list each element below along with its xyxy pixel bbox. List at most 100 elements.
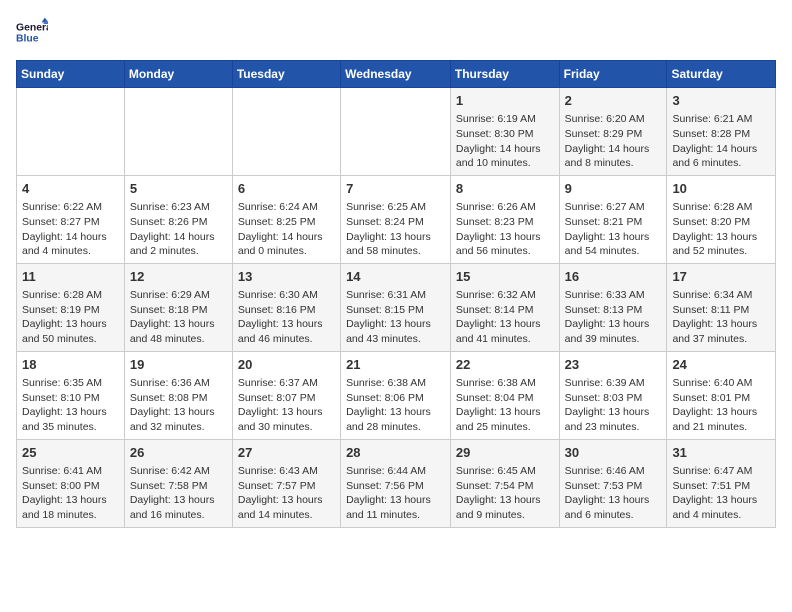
logo-icon: General Blue xyxy=(16,16,48,48)
day-number: 2 xyxy=(565,92,662,110)
day-number: 29 xyxy=(456,444,554,462)
calendar-cell: 1 Sunrise: 6:19 AM Sunset: 8:30 PM Daylig… xyxy=(450,88,559,176)
weekday-header-saturday: Saturday xyxy=(667,61,776,88)
calendar-cell xyxy=(17,88,125,176)
calendar-cell: 9 Sunrise: 6:27 AM Sunset: 8:21 PM Daylig… xyxy=(559,175,667,263)
day-info: Sunrise: 6:29 AM Sunset: 8:18 PM Dayligh… xyxy=(130,288,227,347)
day-info: Sunrise: 6:20 AM Sunset: 8:29 PM Dayligh… xyxy=(565,112,662,171)
day-info: Sunrise: 6:39 AM Sunset: 8:03 PM Dayligh… xyxy=(565,376,662,435)
calendar-cell: 6 Sunrise: 6:24 AM Sunset: 8:25 PM Daylig… xyxy=(232,175,340,263)
day-number: 6 xyxy=(238,180,335,198)
calendar-cell: 20 Sunrise: 6:37 AM Sunset: 8:07 PM Dayli… xyxy=(232,351,340,439)
day-info: Sunrise: 6:28 AM Sunset: 8:19 PM Dayligh… xyxy=(22,288,119,347)
day-info: Sunrise: 6:38 AM Sunset: 8:04 PM Dayligh… xyxy=(456,376,554,435)
day-info: Sunrise: 6:43 AM Sunset: 7:57 PM Dayligh… xyxy=(238,464,335,523)
calendar-cell: 10 Sunrise: 6:28 AM Sunset: 8:20 PM Dayli… xyxy=(667,175,776,263)
day-info: Sunrise: 6:37 AM Sunset: 8:07 PM Dayligh… xyxy=(238,376,335,435)
day-number: 7 xyxy=(346,180,445,198)
day-info: Sunrise: 6:21 AM Sunset: 8:28 PM Dayligh… xyxy=(672,112,770,171)
day-info: Sunrise: 6:41 AM Sunset: 8:00 PM Dayligh… xyxy=(22,464,119,523)
logo: General Blue xyxy=(16,16,48,48)
calendar-cell: 27Sunrise: 6:43 AM Sunset: 7:57 PM Dayli… xyxy=(232,439,340,527)
day-number: 20 xyxy=(238,356,335,374)
day-info: Sunrise: 6:36 AM Sunset: 8:08 PM Dayligh… xyxy=(130,376,227,435)
day-number: 19 xyxy=(130,356,227,374)
day-number: 18 xyxy=(22,356,119,374)
day-info: Sunrise: 6:24 AM Sunset: 8:25 PM Dayligh… xyxy=(238,200,335,259)
day-number: 5 xyxy=(130,180,227,198)
header: General Blue xyxy=(16,16,776,48)
day-number: 11 xyxy=(22,268,119,286)
calendar-cell: 19 Sunrise: 6:36 AM Sunset: 8:08 PM Dayli… xyxy=(124,351,232,439)
calendar-cell: 28 Sunrise: 6:44 AM Sunset: 7:56 PM Dayli… xyxy=(341,439,451,527)
day-number: 22 xyxy=(456,356,554,374)
calendar-cell: 3 Sunrise: 6:21 AM Sunset: 8:28 PM Daylig… xyxy=(667,88,776,176)
day-info: Sunrise: 6:19 AM Sunset: 8:30 PM Dayligh… xyxy=(456,112,554,171)
calendar-cell: 25 Sunrise: 6:41 AM Sunset: 8:00 PM Dayli… xyxy=(17,439,125,527)
weekday-header-friday: Friday xyxy=(559,61,667,88)
calendar-cell: 2 Sunrise: 6:20 AM Sunset: 8:29 PM Daylig… xyxy=(559,88,667,176)
calendar-table: SundayMondayTuesdayWednesdayThursdayFrid… xyxy=(16,60,776,528)
day-info: Sunrise: 6:42 AM Sunset: 7:58 PM Dayligh… xyxy=(130,464,227,523)
calendar-cell xyxy=(124,88,232,176)
weekday-header-tuesday: Tuesday xyxy=(232,61,340,88)
day-number: 12 xyxy=(130,268,227,286)
day-number: 14 xyxy=(346,268,445,286)
weekday-header-monday: Monday xyxy=(124,61,232,88)
day-info: Sunrise: 6:28 AM Sunset: 8:20 PM Dayligh… xyxy=(672,200,770,259)
day-info: Sunrise: 6:22 AM Sunset: 8:27 PM Dayligh… xyxy=(22,200,119,259)
calendar-cell: 7 Sunrise: 6:25 AM Sunset: 8:24 PM Daylig… xyxy=(341,175,451,263)
day-info: Sunrise: 6:34 AM Sunset: 8:11 PM Dayligh… xyxy=(672,288,770,347)
day-number: 23 xyxy=(565,356,662,374)
day-number: 16 xyxy=(565,268,662,286)
day-number: 4 xyxy=(22,180,119,198)
calendar-cell: 22 Sunrise: 6:38 AM Sunset: 8:04 PM Dayli… xyxy=(450,351,559,439)
calendar-cell: 14 Sunrise: 6:31 AM Sunset: 8:15 PM Dayli… xyxy=(341,263,451,351)
svg-text:Blue: Blue xyxy=(16,34,39,45)
day-info: Sunrise: 6:35 AM Sunset: 8:10 PM Dayligh… xyxy=(22,376,119,435)
calendar-cell: 18 Sunrise: 6:35 AM Sunset: 8:10 PM Dayli… xyxy=(17,351,125,439)
svg-text:General: General xyxy=(16,22,48,33)
calendar-cell: 26 Sunrise: 6:42 AM Sunset: 7:58 PM Dayli… xyxy=(124,439,232,527)
calendar-cell: 29Sunrise: 6:45 AM Sunset: 7:54 PM Dayli… xyxy=(450,439,559,527)
calendar-cell: 23 Sunrise: 6:39 AM Sunset: 8:03 PM Dayli… xyxy=(559,351,667,439)
day-number: 28 xyxy=(346,444,445,462)
day-number: 26 xyxy=(130,444,227,462)
calendar-cell: 17Sunrise: 6:34 AM Sunset: 8:11 PM Dayli… xyxy=(667,263,776,351)
calendar-cell: 4 Sunrise: 6:22 AM Sunset: 8:27 PM Daylig… xyxy=(17,175,125,263)
calendar-cell: 15 Sunrise: 6:32 AM Sunset: 8:14 PM Dayli… xyxy=(450,263,559,351)
calendar-cell: 13Sunrise: 6:30 AM Sunset: 8:16 PM Dayli… xyxy=(232,263,340,351)
calendar-cell: 5 Sunrise: 6:23 AM Sunset: 8:26 PM Daylig… xyxy=(124,175,232,263)
day-info: Sunrise: 6:44 AM Sunset: 7:56 PM Dayligh… xyxy=(346,464,445,523)
day-number: 25 xyxy=(22,444,119,462)
day-info: Sunrise: 6:46 AM Sunset: 7:53 PM Dayligh… xyxy=(565,464,662,523)
calendar-cell: 21 Sunrise: 6:38 AM Sunset: 8:06 PM Dayli… xyxy=(341,351,451,439)
calendar-cell: 31 Sunrise: 6:47 AM Sunset: 7:51 PM Dayli… xyxy=(667,439,776,527)
calendar-cell: 12 Sunrise: 6:29 AM Sunset: 8:18 PM Dayli… xyxy=(124,263,232,351)
calendar-cell: 11 Sunrise: 6:28 AM Sunset: 8:19 PM Dayli… xyxy=(17,263,125,351)
day-info: Sunrise: 6:26 AM Sunset: 8:23 PM Dayligh… xyxy=(456,200,554,259)
day-info: Sunrise: 6:31 AM Sunset: 8:15 PM Dayligh… xyxy=(346,288,445,347)
day-number: 31 xyxy=(672,444,770,462)
day-info: Sunrise: 6:47 AM Sunset: 7:51 PM Dayligh… xyxy=(672,464,770,523)
day-info: Sunrise: 6:27 AM Sunset: 8:21 PM Dayligh… xyxy=(565,200,662,259)
day-number: 1 xyxy=(456,92,554,110)
day-info: Sunrise: 6:33 AM Sunset: 8:13 PM Dayligh… xyxy=(565,288,662,347)
calendar-cell xyxy=(232,88,340,176)
calendar-cell: 24Sunrise: 6:40 AM Sunset: 8:01 PM Dayli… xyxy=(667,351,776,439)
day-info: Sunrise: 6:38 AM Sunset: 8:06 PM Dayligh… xyxy=(346,376,445,435)
day-number: 3 xyxy=(672,92,770,110)
day-number: 15 xyxy=(456,268,554,286)
calendar-cell: 8Sunrise: 6:26 AM Sunset: 8:23 PM Daylig… xyxy=(450,175,559,263)
day-number: 21 xyxy=(346,356,445,374)
day-info: Sunrise: 6:32 AM Sunset: 8:14 PM Dayligh… xyxy=(456,288,554,347)
day-info: Sunrise: 6:30 AM Sunset: 8:16 PM Dayligh… xyxy=(238,288,335,347)
day-number: 10 xyxy=(672,180,770,198)
weekday-header-thursday: Thursday xyxy=(450,61,559,88)
weekday-header-wednesday: Wednesday xyxy=(341,61,451,88)
weekday-header-sunday: Sunday xyxy=(17,61,125,88)
day-info: Sunrise: 6:25 AM Sunset: 8:24 PM Dayligh… xyxy=(346,200,445,259)
day-number: 9 xyxy=(565,180,662,198)
day-number: 30 xyxy=(565,444,662,462)
day-info: Sunrise: 6:23 AM Sunset: 8:26 PM Dayligh… xyxy=(130,200,227,259)
